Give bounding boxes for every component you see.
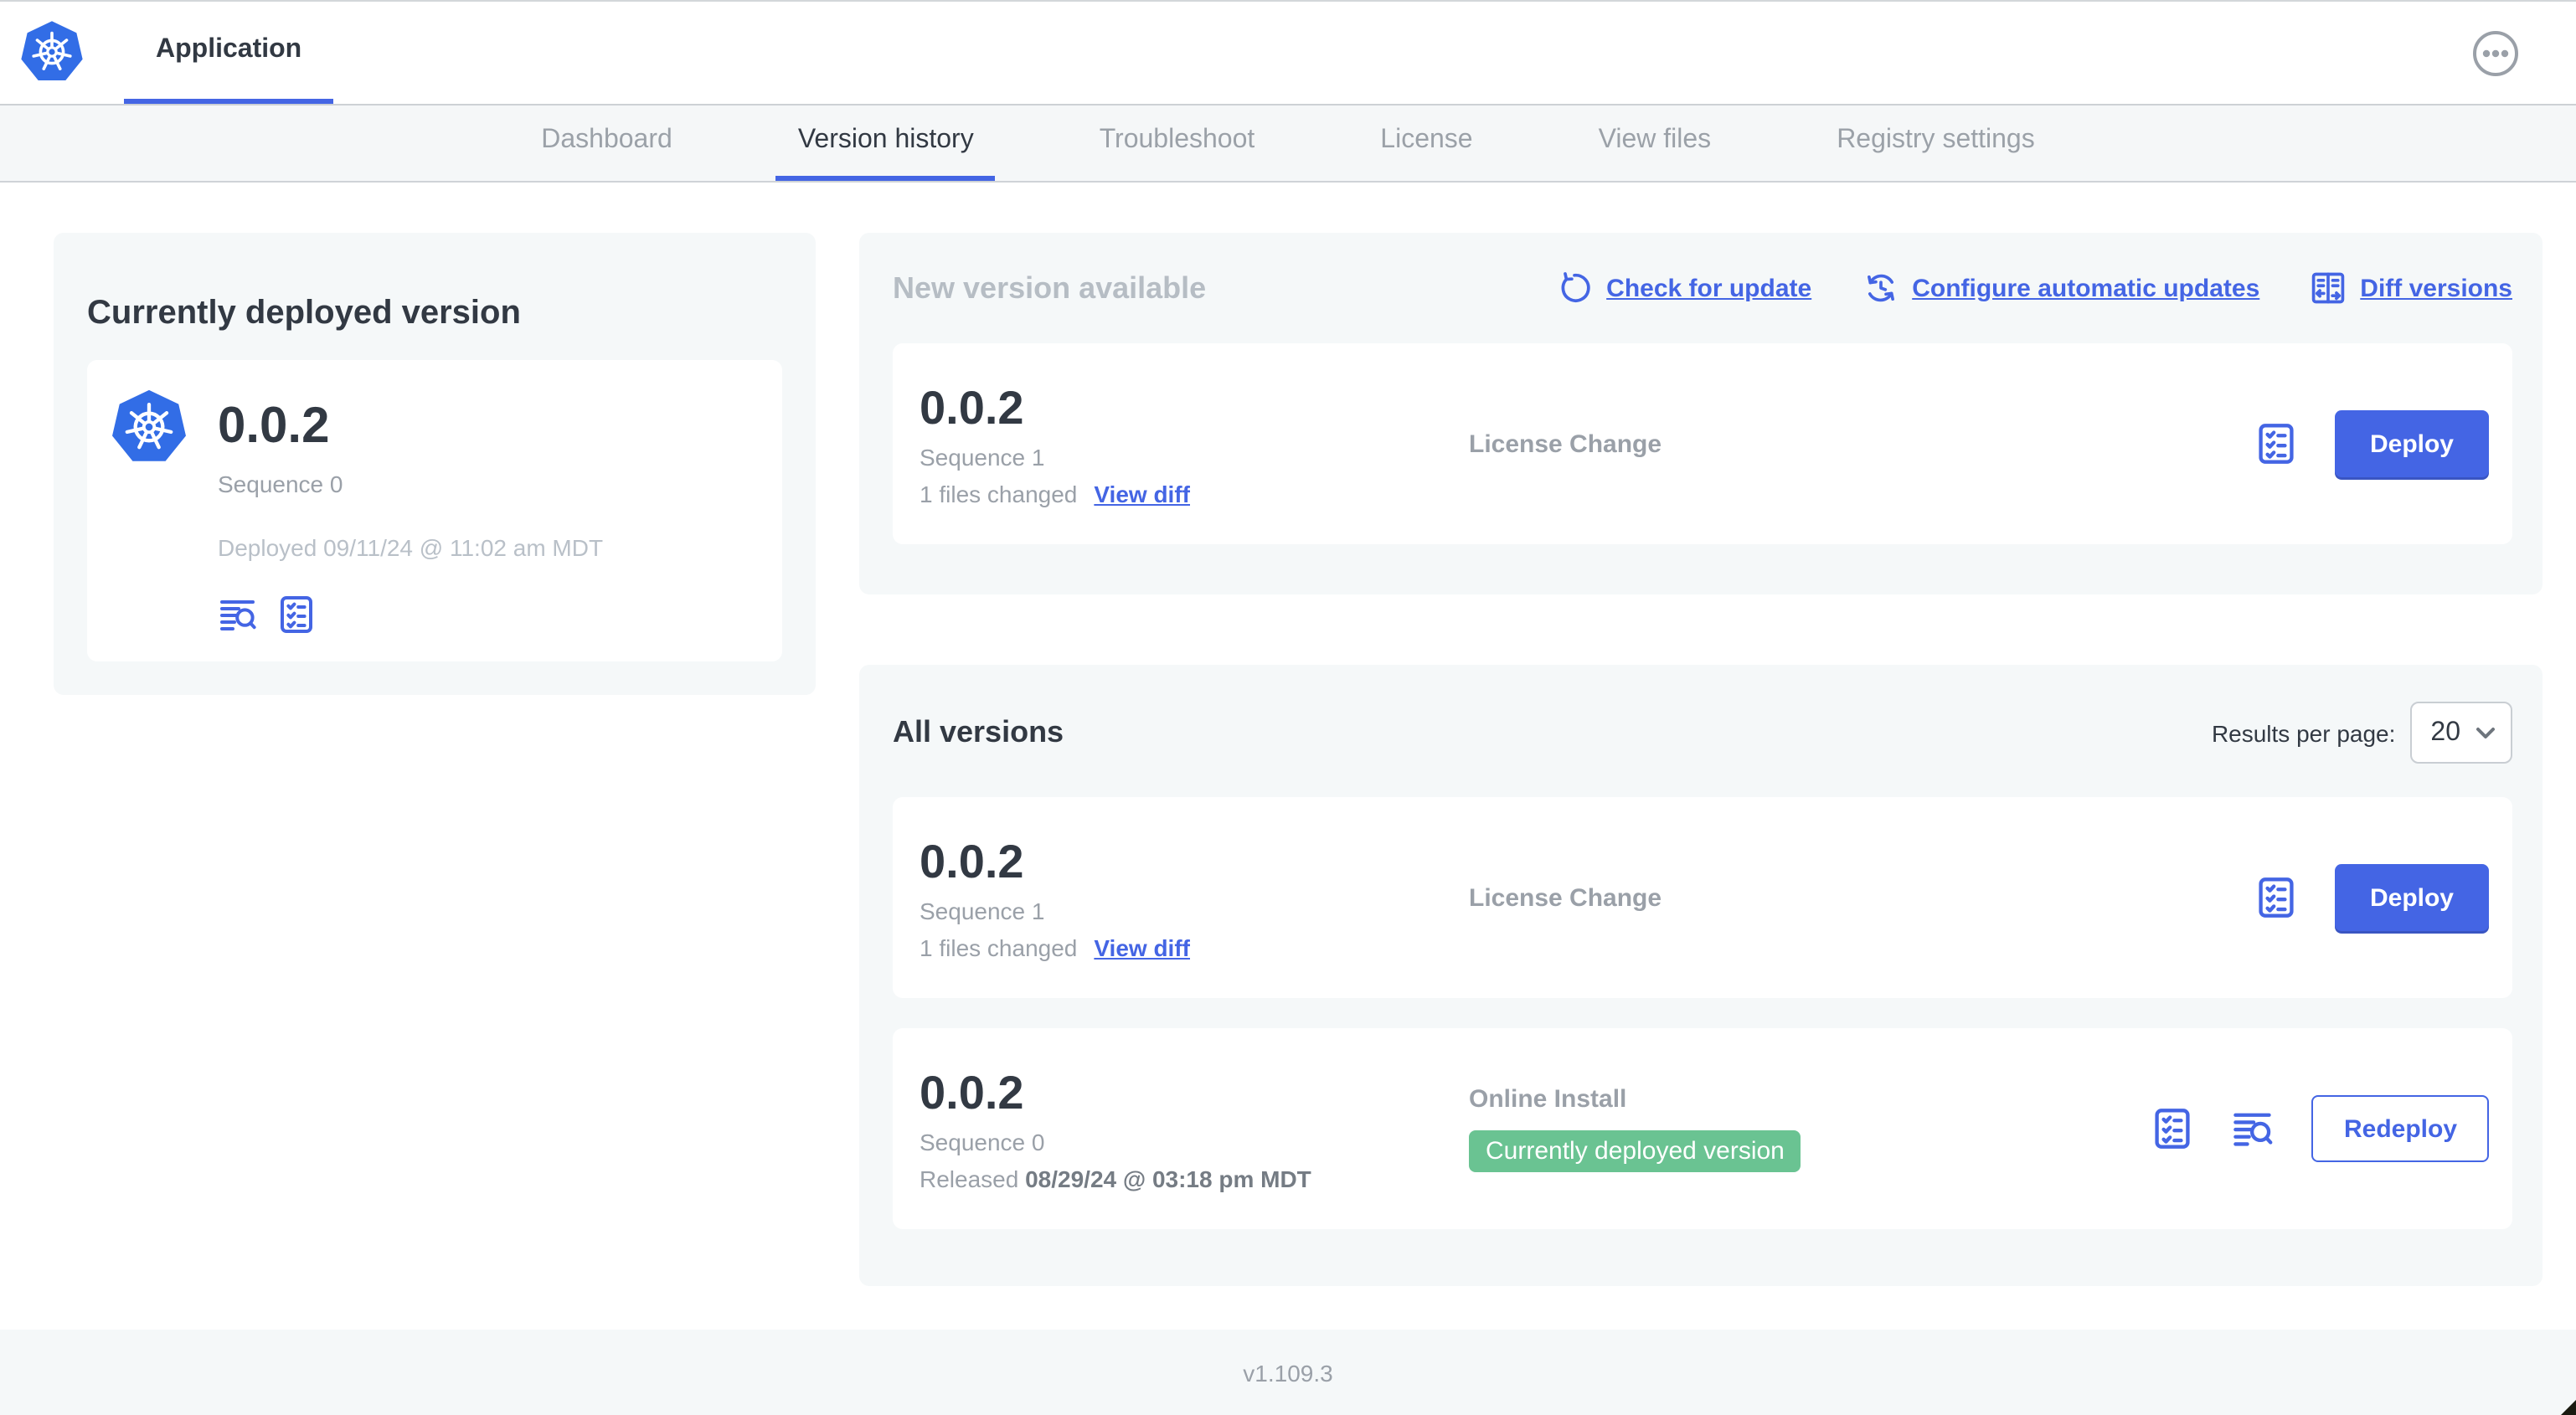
files-changed-label: 1 files changed (920, 934, 1078, 960)
currently-deployed-badge: Currently deployed version (1469, 1130, 1801, 1172)
version-actions: Redeploy (2151, 1095, 2489, 1162)
files-changed-row: 1 files changed View diff (920, 934, 1469, 960)
admin-console-page: Application Dashboard Version history Tr… (0, 0, 2576, 1415)
tab-license[interactable]: License (1358, 105, 1494, 181)
right-column: New version available Check for update C… (859, 233, 2543, 1286)
view-logs-icon[interactable] (218, 594, 258, 635)
results-per-page: Results per page: 20 (2212, 702, 2512, 764)
results-per-page-value: 20 (2430, 718, 2460, 746)
version-sequence: Sequence 0 (920, 1128, 1045, 1155)
deployed-sequence: Sequence 0 (218, 471, 343, 498)
checklist-icon[interactable] (276, 594, 317, 635)
deployed-actions (218, 594, 603, 635)
main-content: Currently deployed version 0.0.2 Sequenc… (0, 183, 2576, 1286)
new-version-header: New version available Check for update C… (893, 270, 2512, 306)
kubernetes-logo-icon (18, 18, 85, 85)
diff-columns-icon (2312, 272, 2345, 304)
version-source-label: License Change (1469, 883, 1662, 912)
app-tab-application[interactable]: Application (124, 2, 334, 104)
app-subnav: Dashboard Version history Troubleshoot L… (0, 105, 2576, 183)
results-per-page-select[interactable]: 20 (2410, 702, 2512, 764)
all-versions-title: All versions (893, 715, 1064, 749)
refresh-icon (1561, 272, 1590, 302)
deploy-button[interactable]: Deploy (2334, 864, 2489, 931)
version-number: 0.0.2 (920, 1066, 1024, 1118)
checklist-icon[interactable] (2151, 1107, 2195, 1150)
new-version-panel: New version available Check for update C… (859, 233, 2543, 594)
released-timestamp: 08/29/24 @ 03:18 pm MDT (1025, 1165, 1311, 1191)
all-versions-panel: All versions Results per page: 20 0.0.2 … (859, 665, 2543, 1286)
new-version-title: New version available (893, 270, 1207, 304)
app-tab-label: Application (156, 35, 302, 64)
page-footer: v1.109.3 (0, 1330, 2576, 1415)
check-for-update-link[interactable]: Check for update (1556, 270, 1811, 306)
version-sequence: Sequence 1 (920, 897, 1045, 924)
version-actions: Deploy (2254, 864, 2489, 931)
check-for-update-label: Check for update (1606, 274, 1812, 302)
configure-automatic-updates-link[interactable]: Configure automatic updates (1862, 270, 2259, 306)
version-sequence: Sequence 1 (920, 443, 1045, 470)
files-changed-row: 1 files changed View diff (920, 480, 1469, 507)
tab-version-history[interactable]: Version history (775, 105, 996, 181)
ellipsis-menu-icon[interactable] (2470, 28, 2521, 79)
version-source-label: Online Install (1469, 1085, 1627, 1114)
version-actions: Deploy (2254, 410, 2489, 477)
deployed-timestamp: Deployed 09/11/24 @ 11:02 am MDT (218, 534, 604, 562)
cursor-artifact (2561, 1400, 2576, 1415)
view-diff-link[interactable]: View diff (1094, 480, 1190, 507)
version-row: 0.0.2 Sequence 0 Released 08/29/24 @ 03:… (893, 1028, 2512, 1229)
tab-registry-settings[interactable]: Registry settings (1815, 105, 2057, 181)
all-versions-header: All versions Results per page: 20 (893, 702, 2512, 764)
tab-troubleshoot[interactable]: Troubleshoot (1078, 105, 1277, 181)
checklist-icon[interactable] (2254, 876, 2298, 919)
version-row: 0.0.2 Sequence 1 1 files changed View di… (893, 797, 2512, 998)
currently-deployed-panel: Currently deployed version 0.0.2 Sequenc… (54, 233, 816, 696)
kubernetes-logo-icon (109, 387, 189, 467)
diff-versions-link[interactable]: Diff versions (2310, 270, 2512, 306)
configure-automatic-updates-label: Configure automatic updates (1912, 274, 2260, 302)
files-changed-label: 1 files changed (920, 480, 1078, 507)
results-per-page-label: Results per page: (2211, 719, 2396, 746)
currently-deployed-title: Currently deployed version (87, 294, 521, 332)
currently-deployed-card: 0.0.2 Sequence 0 Deployed 09/11/24 @ 11:… (87, 360, 782, 662)
deployed-version-number: 0.0.2 (218, 399, 330, 455)
redeploy-button[interactable]: Redeploy (2311, 1095, 2489, 1162)
version-info: 0.0.2 Sequence 0 Released 08/29/24 @ 03:… (920, 1066, 1469, 1191)
released-row: Released 08/29/24 @ 03:18 pm MDT (920, 1165, 1469, 1191)
diff-versions-label: Diff versions (2360, 274, 2512, 302)
tab-dashboard[interactable]: Dashboard (519, 105, 694, 181)
version-number: 0.0.2 (920, 835, 1024, 887)
version-source: Online Install Currently deployed versio… (1469, 1085, 2151, 1172)
released-label: Released (920, 1165, 1019, 1191)
currently-deployed-details: 0.0.2 Sequence 0 Deployed 09/11/24 @ 11:… (218, 387, 603, 635)
version-source-label: License Change (1469, 430, 1662, 458)
checklist-icon[interactable] (2254, 422, 2298, 466)
tab-view-files[interactable]: View files (1577, 105, 1734, 181)
view-logs-icon[interactable] (2232, 1107, 2275, 1150)
clock-refresh-icon (1867, 274, 1894, 302)
new-version-actions: Check for update Configure automatic upd… (1556, 270, 2512, 306)
version-info: 0.0.2 Sequence 1 1 files changed View di… (920, 381, 1469, 507)
new-version-card: 0.0.2 Sequence 1 1 files changed View di… (893, 343, 2512, 544)
console-version: v1.109.3 (1243, 1359, 1333, 1386)
view-diff-link[interactable]: View diff (1094, 934, 1190, 960)
version-source: License Change (1469, 883, 2254, 912)
deploy-button[interactable]: Deploy (2334, 410, 2489, 477)
version-source: License Change (1469, 430, 2254, 458)
app-header: Application (0, 2, 2576, 105)
chevron-down-icon (2476, 727, 2495, 738)
version-number: 0.0.2 (920, 381, 1024, 433)
version-info: 0.0.2 Sequence 1 1 files changed View di… (920, 835, 1469, 960)
